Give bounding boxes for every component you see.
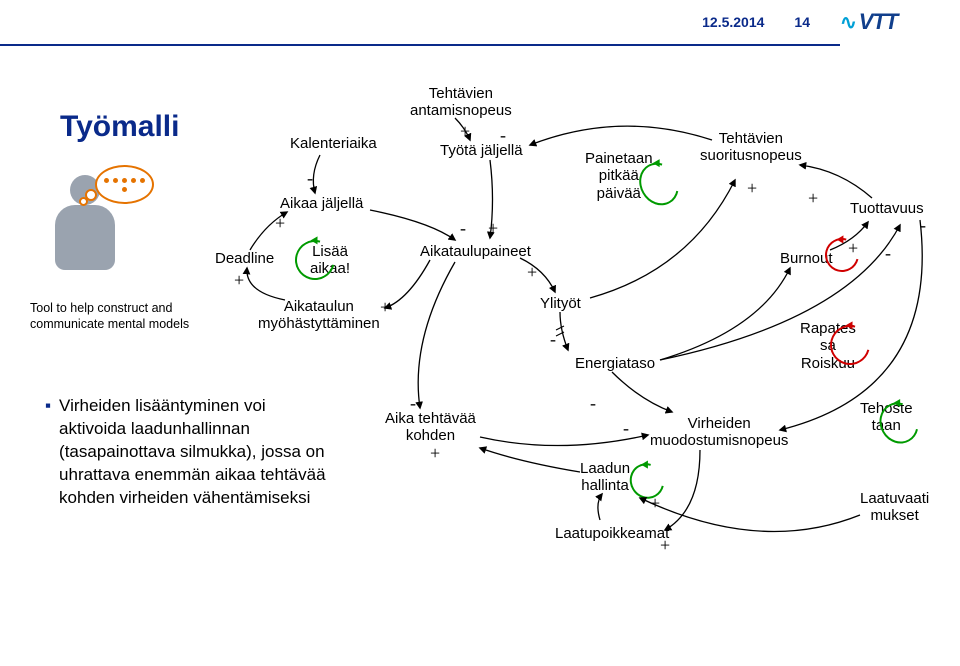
sign-plus: + bbox=[660, 535, 670, 556]
node-laatuvaatimukset: Laatuvaati mukset bbox=[860, 490, 929, 525]
vtt-logo: ∿ VTT bbox=[840, 0, 940, 44]
node-kalenteriaika: Kalenteriaika bbox=[290, 135, 377, 152]
sign-minus: - bbox=[460, 218, 466, 239]
header-date: 12.5.2014 bbox=[702, 14, 764, 30]
sign-minus: - bbox=[410, 393, 416, 414]
node-aikataulupaineet: Aikataulupaineet bbox=[420, 243, 531, 260]
tool-caption: Tool to help construct and communicate m… bbox=[30, 300, 230, 333]
sign-plus: + bbox=[234, 270, 244, 291]
node-tyota-jaljella: Työtä jäljellä bbox=[440, 142, 523, 159]
header-page-number: 14 bbox=[794, 14, 810, 30]
header-divider bbox=[0, 44, 840, 46]
node-aika-tehtavaa-kohden: Aika tehtävää kohden bbox=[385, 410, 476, 445]
bullet-marker-icon: ▪ bbox=[45, 395, 51, 510]
bullet-text: Virheiden lisääntyminen voi aktivoida la… bbox=[59, 395, 335, 510]
sign-plus: + bbox=[747, 178, 757, 199]
loop-green-icon bbox=[288, 233, 343, 288]
node-deadline: Deadline bbox=[215, 250, 274, 267]
sign-plus: + bbox=[808, 188, 818, 209]
node-tehtavien-antamisnopeus: Tehtävien antamisnopeus bbox=[410, 85, 512, 120]
node-laatupoikkeamat: Laatupoikkeamat bbox=[555, 525, 669, 542]
node-virheiden-muodostumisnopeus: Virheiden muodostumisnopeus bbox=[650, 415, 788, 450]
node-energiataso: Energiataso bbox=[575, 355, 655, 372]
node-tehtavien-suoritusnopeus: Tehtävien suoritusnopeus bbox=[700, 130, 802, 165]
sign-minus: - bbox=[307, 168, 313, 189]
node-aikaa-jaljella: Aikaa jäljellä bbox=[280, 195, 363, 212]
sign-plus: + bbox=[275, 213, 285, 234]
loop-green-icon bbox=[623, 457, 670, 505]
person-icon bbox=[40, 170, 130, 290]
pulse-icon: ∿ bbox=[840, 10, 857, 35]
node-aikataulun-myohastyttaminen: Aikataulun myöhästyttäminen bbox=[258, 298, 380, 333]
sign-minus: - bbox=[500, 125, 506, 146]
sign-minus: - bbox=[920, 215, 926, 236]
sign-minus: - bbox=[885, 243, 891, 264]
bullet-block: ▪ Virheiden lisääntyminen voi aktivoida … bbox=[45, 395, 335, 510]
sign-minus: - bbox=[623, 418, 629, 439]
loop-red-icon bbox=[819, 232, 865, 278]
sign-plus: + bbox=[527, 262, 537, 283]
sign-minus: - bbox=[550, 329, 556, 350]
logo-text: VTT bbox=[859, 9, 898, 35]
sign-plus: + bbox=[430, 443, 440, 464]
slide-header: 12.5.2014 14 ∿ VTT bbox=[0, 0, 960, 44]
node-tuottavuus: Tuottavuus bbox=[850, 200, 924, 217]
slide-title: Työmalli bbox=[60, 110, 179, 144]
sign-minus: - bbox=[590, 393, 596, 414]
sign-plus: + bbox=[460, 121, 470, 142]
node-laadun-hallinta: Laadun hallinta bbox=[580, 460, 630, 495]
node-ylityot: Ylityöt bbox=[540, 295, 581, 312]
sign-plus: + bbox=[380, 297, 390, 318]
sign-plus: + bbox=[488, 218, 498, 239]
thought-bubble-icon bbox=[95, 165, 154, 204]
